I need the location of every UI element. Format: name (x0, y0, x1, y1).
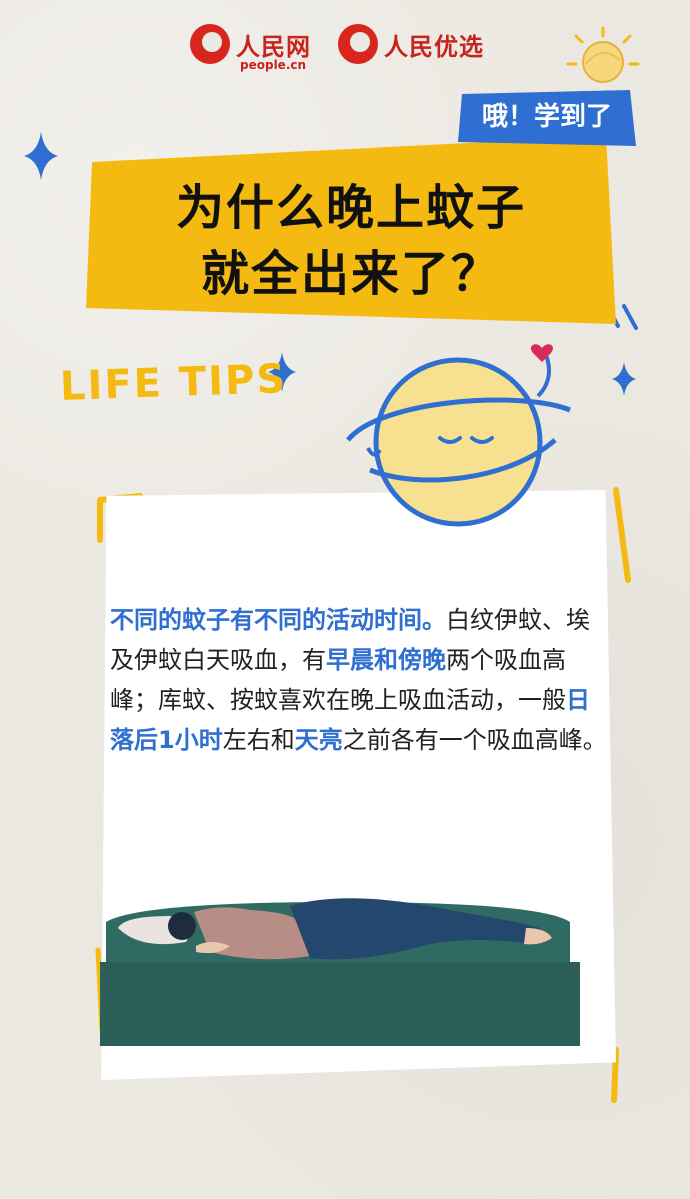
title-line-1: 为什么晚上蚊子 (175, 180, 526, 236)
body-highlight-1: 不同的蚊子有不同的活动时间。 (110, 606, 446, 634)
sparkle-icon (24, 132, 58, 180)
title-line-2: 就全出来了？ (200, 246, 501, 302)
renmin-youxuan-logo-icon (338, 24, 378, 64)
body-highlight-2: 早晨和傍晚 (326, 646, 446, 674)
sparkle-icon (612, 362, 636, 396)
body-highlight-4: 天亮 (294, 726, 343, 754)
planet-character-icon (346, 344, 571, 527)
people-logo-icon (190, 24, 230, 64)
renmin-youxuan-logo: 人民优选 (338, 24, 484, 64)
title-container: 为什么晚上蚊子 就全出来了？ (86, 136, 616, 326)
renmin-youxuan-logo-text: 人民优选 (384, 31, 484, 61)
people-logo-sub: people.cn (240, 58, 307, 72)
sleeping-person-illustration (100, 898, 580, 1046)
people-logo: 人民网 people.cn (190, 24, 311, 72)
section-label: LIFE TIPS (59, 356, 288, 410)
tag-text: 哦！学到了 (481, 102, 612, 132)
body-text-5: 之前各有一个吸血高峰。 (342, 726, 607, 754)
tag: 哦！学到了 (458, 90, 636, 146)
logo-group: 人民网 people.cn 人民优选 (190, 24, 510, 80)
body-text: 不同的蚊子有不同的活动时间。白纹伊蚊、埃及伊蚊白天吸血，有早晨和傍晚两个吸血高峰… (110, 600, 610, 760)
body-text-4: 左右和 (222, 726, 295, 754)
people-logo-text: 人民网 (236, 31, 311, 61)
